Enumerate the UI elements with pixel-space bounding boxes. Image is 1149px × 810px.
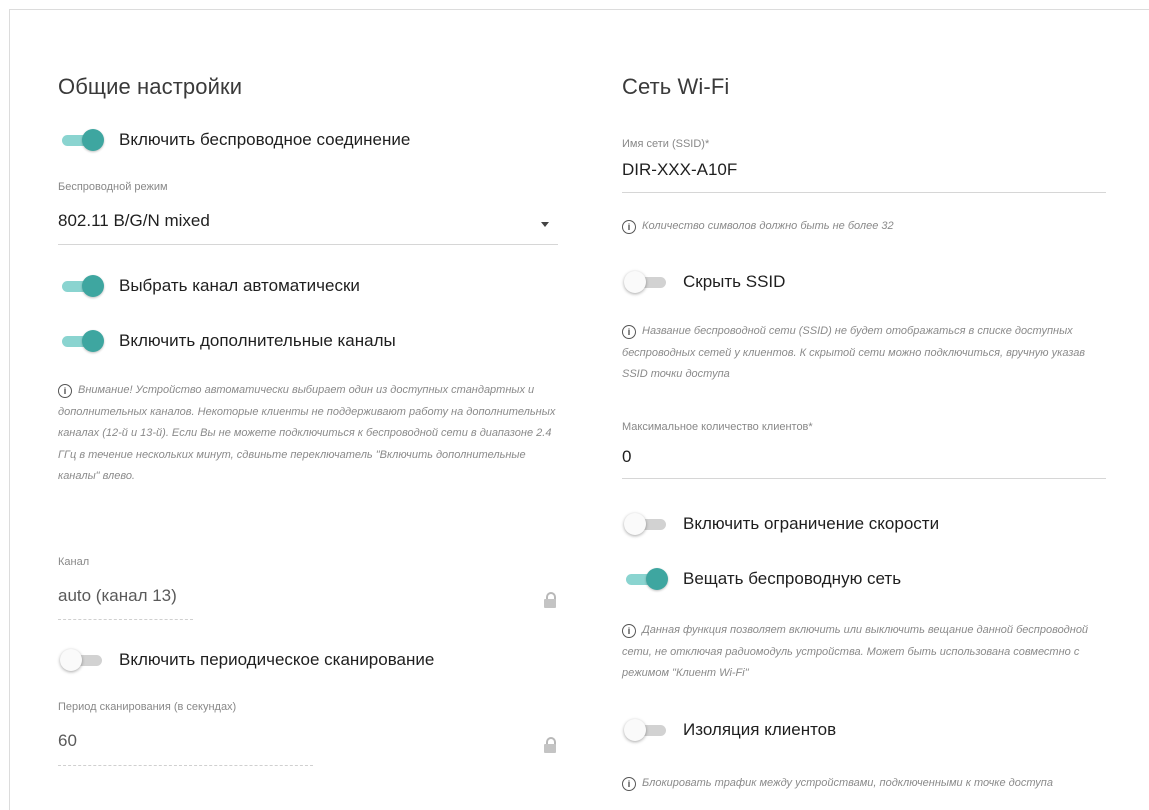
extra-channels-row[interactable]: Включить дополнительные каналы — [58, 325, 396, 357]
ssid-note: i Количество символов должно быть не боле… — [622, 216, 1106, 238]
max-clients-label: Максимальное количество клиентов* — [622, 421, 813, 433]
broadcast-row[interactable]: Вещать беспроводную сеть — [622, 563, 901, 595]
isolation-row[interactable]: Изоляция клиентов — [622, 714, 836, 746]
speed-limit-toggle[interactable] — [622, 513, 670, 535]
wifi-network-title: Сеть Wi-Fi — [622, 74, 730, 99]
wireless-enable-row[interactable]: Включить беспроводное соединение — [58, 124, 410, 156]
broadcast-toggle[interactable] — [622, 568, 670, 590]
auto-channel-row[interactable]: Выбрать канал автоматически — [58, 270, 360, 302]
broadcast-note: i Данная функция позволяет включить или в… — [622, 620, 1106, 685]
hide-ssid-label: Скрыть SSID — [683, 272, 786, 291]
hide-ssid-note-text: Название беспроводной сети (SSID) не буд… — [622, 325, 1086, 380]
chevron-down-icon[interactable] — [541, 222, 549, 227]
channel-value: auto (канал 13) — [58, 586, 177, 605]
broadcast-note-text: Данная функция позволяет включить или вы… — [622, 624, 1089, 679]
wireless-mode-select[interactable]: 802.11 B/G/N mixed — [58, 211, 210, 231]
channel-label: Канал — [58, 556, 90, 568]
hide-ssid-row[interactable]: Скрыть SSID — [622, 266, 785, 298]
isolation-note-text: Блокировать трафик между устройствами, п… — [642, 777, 1053, 789]
max-clients-underline — [622, 478, 1106, 479]
info-icon: i — [622, 220, 636, 234]
info-icon: i — [58, 384, 72, 398]
auto-channel-toggle[interactable] — [58, 275, 106, 297]
scan-period-value: 60 — [58, 731, 77, 750]
isolation-label: Изоляция клиентов — [683, 720, 837, 739]
max-clients-input[interactable]: 0 — [622, 447, 631, 467]
broadcast-label: Вещать беспроводную сеть — [683, 569, 902, 588]
auto-channel-label: Выбрать канал автоматически — [119, 276, 360, 295]
speed-limit-label: Включить ограничение скорости — [683, 514, 940, 533]
extra-channels-note-text: Внимание! Устройство автоматически выбир… — [58, 384, 556, 482]
settings-panel: Общие настройки Включить беспроводное со… — [9, 9, 1149, 810]
wireless-mode-label: Беспроводной режим — [58, 181, 168, 193]
channel-underline — [58, 618, 193, 620]
isolation-note: i Блокировать трафик между устройствами, … — [622, 773, 1106, 795]
periodic-scan-toggle[interactable] — [58, 649, 106, 671]
lock-icon — [544, 737, 556, 753]
periodic-scan-label: Включить периодическое сканирование — [119, 650, 435, 669]
ssid-note-text: Количество символов должно быть не более… — [642, 220, 894, 232]
hide-ssid-note: i Название беспроводной сети (SSID) не бу… — [622, 321, 1106, 386]
wireless-enable-label: Включить беспроводное соединение — [119, 130, 411, 149]
ssid-underline — [622, 192, 1106, 193]
speed-limit-row[interactable]: Включить ограничение скорости — [622, 508, 939, 540]
info-icon: i — [622, 624, 636, 638]
lock-icon — [544, 592, 556, 608]
periodic-scan-row[interactable]: Включить периодическое сканирование — [58, 644, 434, 676]
extra-channels-toggle[interactable] — [58, 330, 106, 352]
extra-channels-note: i Внимание! Устройство автоматически выби… — [58, 380, 558, 488]
wireless-mode-underline — [58, 244, 558, 245]
wireless-enable-toggle[interactable] — [58, 129, 106, 151]
ssid-label: Имя сети (SSID)* — [622, 138, 710, 150]
scan-period-label: Период сканирования (в секундах) — [58, 701, 237, 713]
isolation-toggle[interactable] — [622, 719, 670, 741]
scan-period-underline — [58, 764, 313, 766]
info-icon: i — [622, 325, 636, 339]
info-icon: i — [622, 777, 636, 791]
hide-ssid-toggle[interactable] — [622, 271, 670, 293]
extra-channels-label: Включить дополнительные каналы — [119, 331, 396, 350]
ssid-input[interactable]: DIR-XXX-A10F — [622, 160, 737, 180]
general-settings-title: Общие настройки — [58, 74, 243, 99]
